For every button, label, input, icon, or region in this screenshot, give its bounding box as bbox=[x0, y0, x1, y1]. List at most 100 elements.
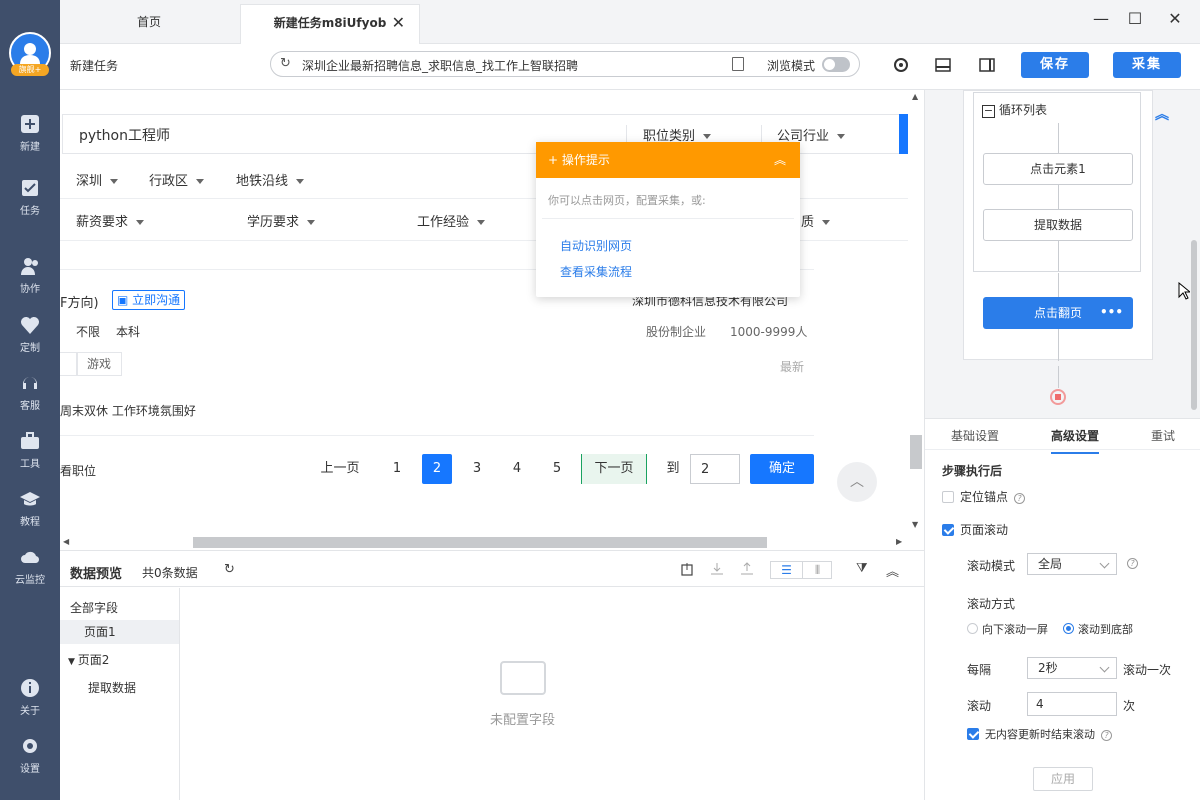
radio-icon[interactable] bbox=[967, 623, 978, 634]
back-to-top-button[interactable]: ︿ bbox=[837, 462, 877, 502]
click-paginate-node[interactable]: 点击翻页 ••• bbox=[983, 297, 1133, 329]
interval-select[interactable]: 2秒 bbox=[1027, 657, 1117, 679]
page-number[interactable]: 3 bbox=[462, 454, 492, 484]
close-window-button[interactable]: ✕ bbox=[1164, 8, 1186, 30]
column-view-icon[interactable]: ⦀ bbox=[802, 562, 832, 578]
goto-confirm-button[interactable]: 确定 bbox=[750, 454, 814, 484]
more-icon[interactable]: ••• bbox=[1100, 296, 1123, 328]
close-tab-icon[interactable]: ✕ bbox=[392, 5, 405, 41]
document-settings-icon[interactable] bbox=[732, 57, 744, 71]
refresh-icon[interactable]: ↻ bbox=[224, 562, 235, 577]
viewport-vertical-scrollbar[interactable]: ▲ ▼ bbox=[908, 90, 924, 536]
collapse-up-icon[interactable]: ︽ bbox=[774, 142, 786, 178]
layout-right-icon[interactable] bbox=[979, 57, 995, 73]
scroll-thumb[interactable] bbox=[910, 435, 922, 469]
collapse-up-icon[interactable]: ︽ bbox=[1155, 104, 1169, 124]
view-toggle[interactable]: ☰ ⦀ bbox=[770, 561, 832, 579]
scroll-right-arrow-icon[interactable]: ▶ bbox=[896, 537, 902, 546]
page-number[interactable]: 4 bbox=[502, 454, 532, 484]
page-number-active[interactable]: 2 bbox=[422, 454, 452, 484]
rail-item-collab[interactable]: 协作 bbox=[0, 256, 60, 295]
page-scroll-checkbox[interactable]: 页面滚动 bbox=[942, 521, 1008, 538]
save-button[interactable]: 保存 bbox=[1021, 52, 1089, 78]
scroll-times-input[interactable]: 4 bbox=[1027, 692, 1117, 716]
next-page-button[interactable]: 下一页 bbox=[581, 454, 647, 484]
view-jobs-link[interactable]: 看职位 bbox=[60, 462, 96, 479]
rail-item-new[interactable]: 新建 bbox=[0, 114, 60, 153]
filter-education[interactable]: 学历要求 bbox=[247, 211, 316, 230]
list-view-icon[interactable]: ☰ bbox=[771, 562, 802, 578]
rail-item-support[interactable]: 客服 bbox=[0, 373, 60, 412]
tree-item-page1[interactable]: 页面1 bbox=[60, 620, 179, 644]
page-number[interactable]: 1 bbox=[382, 454, 412, 484]
rail-item-custom[interactable]: 定制 bbox=[0, 315, 60, 354]
auto-detect-link[interactable]: 自动识别网页 bbox=[560, 237, 632, 254]
refresh-icon[interactable]: ↻ bbox=[280, 56, 291, 71]
filter-subway[interactable]: 地铁沿线 bbox=[236, 170, 305, 189]
radio-selected-icon[interactable] bbox=[1063, 623, 1074, 634]
click-element-node[interactable]: 点击元素1 bbox=[983, 153, 1133, 185]
layout-bottom-icon[interactable] bbox=[935, 57, 951, 73]
tab-advanced-settings[interactable]: 高级设置 bbox=[1051, 427, 1100, 454]
rail-item-label: 关于 bbox=[20, 706, 40, 717]
collapse-up-icon[interactable]: ︽ bbox=[886, 561, 899, 580]
rail-item-cloud-monitor[interactable]: 云监控 bbox=[0, 547, 60, 586]
tab-basic-settings[interactable]: 基础设置 bbox=[951, 427, 999, 444]
apply-button[interactable]: 应用 bbox=[1033, 767, 1093, 791]
job-title[interactable]: F方向) bbox=[60, 292, 99, 311]
extract-data-node[interactable]: 提取数据 bbox=[983, 209, 1133, 241]
tree-item-extract[interactable]: 提取数据 bbox=[60, 676, 179, 700]
filter-district[interactable]: 行政区 bbox=[149, 170, 205, 189]
rail-item-tutorial[interactable]: 教程 bbox=[0, 489, 60, 528]
scroll-left-arrow-icon[interactable]: ◀ bbox=[63, 537, 69, 546]
stop-when-no-update-checkbox[interactable]: 无内容更新时结束滚动? bbox=[967, 726, 1112, 742]
rail-item-settings[interactable]: 设置 bbox=[0, 736, 60, 775]
help-icon[interactable]: ? bbox=[1014, 493, 1026, 504]
browse-mode-toggle[interactable] bbox=[822, 57, 850, 72]
scroll-down-arrow-icon[interactable]: ▼ bbox=[912, 520, 918, 529]
chat-now-button[interactable]: ▣ 立即沟通 bbox=[112, 290, 186, 310]
tab-home[interactable]: 首页 bbox=[60, 4, 238, 44]
upload-icon[interactable] bbox=[740, 562, 754, 576]
download-icon[interactable] bbox=[710, 562, 724, 576]
minimize-button[interactable]: — bbox=[1090, 8, 1112, 30]
filter-city[interactable]: 深圳 bbox=[76, 170, 119, 189]
collapse-minus-icon[interactable]: − bbox=[982, 105, 995, 118]
tab-retry[interactable]: 重试 bbox=[1151, 427, 1175, 444]
page-number[interactable]: 5 bbox=[542, 454, 572, 484]
maximize-button[interactable]: ☐ bbox=[1124, 8, 1146, 30]
anchor-checkbox[interactable]: 定位锚点? bbox=[942, 488, 1026, 505]
tree-item-all-fields[interactable]: 全部字段 bbox=[60, 596, 179, 620]
help-icon[interactable]: ? bbox=[1127, 558, 1138, 569]
goto-page-input[interactable]: 2 bbox=[690, 454, 740, 484]
prev-page-button[interactable]: 上一页 bbox=[310, 454, 370, 484]
graduation-cap-icon bbox=[20, 489, 40, 509]
filter-salary[interactable]: 薪资要求 bbox=[76, 211, 145, 230]
scroll-to-bottom-radio[interactable]: 滚动到底部 bbox=[1063, 621, 1133, 637]
tree-item-page2[interactable]: ▼ 页面2 bbox=[60, 648, 179, 672]
scroll-one-screen-radio[interactable]: 向下滚动一屏 bbox=[967, 621, 1048, 637]
search-query[interactable]: python工程师 bbox=[79, 125, 170, 145]
export-icon[interactable] bbox=[680, 562, 694, 576]
scroll-mode-select[interactable]: 全局 bbox=[1027, 553, 1117, 575]
checkbox-checked-icon[interactable] bbox=[942, 524, 954, 536]
view-flow-link[interactable]: 查看采集流程 bbox=[560, 263, 632, 280]
checkbox-icon[interactable] bbox=[942, 491, 954, 503]
filter-icon[interactable]: ⧩ bbox=[856, 561, 868, 576]
rail-item-about[interactable]: 关于 bbox=[0, 678, 60, 717]
rail-item-tasks[interactable]: 任务 bbox=[0, 178, 60, 217]
url-bar[interactable]: ↻ 深圳企业最新招聘信息_求职信息_找工作上智联招聘 浏览模式 bbox=[270, 51, 860, 77]
filter-nature[interactable]: 质 bbox=[801, 211, 831, 230]
loop-list-node[interactable]: − 循环列表 点击元素1 提取数据 bbox=[973, 92, 1141, 272]
gear-icon[interactable] bbox=[893, 57, 909, 73]
checkbox-checked-icon[interactable] bbox=[967, 728, 979, 740]
rail-item-tools[interactable]: 工具 bbox=[0, 431, 60, 470]
scroll-up-arrow-icon[interactable]: ▲ bbox=[912, 92, 918, 101]
scroll-thumb[interactable] bbox=[193, 537, 767, 548]
help-icon[interactable]: ? bbox=[1101, 730, 1112, 741]
viewport-horizontal-scrollbar[interactable]: ◀ ▶ bbox=[60, 534, 908, 550]
filter-experience[interactable]: 工作经验 bbox=[417, 211, 486, 230]
panel-scrollbar[interactable] bbox=[1191, 240, 1197, 410]
tab-new-task[interactable]: 新建任务m8iUfyob ✕ bbox=[240, 4, 420, 44]
collect-button[interactable]: 采集 bbox=[1113, 52, 1181, 78]
